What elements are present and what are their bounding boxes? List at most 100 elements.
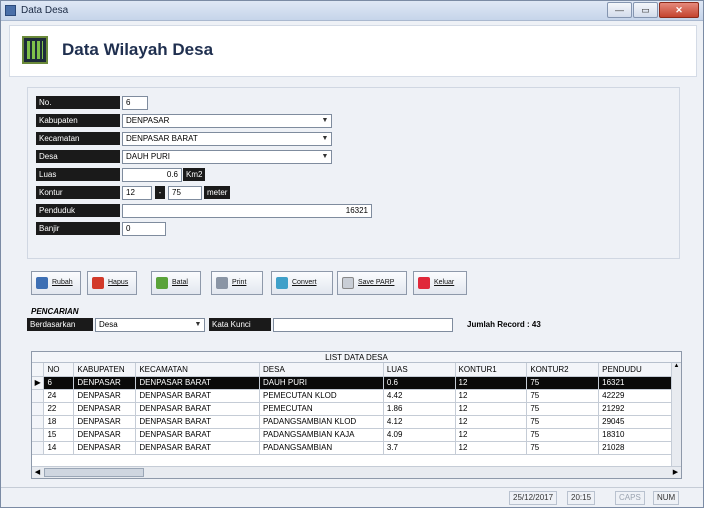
- chevron-down-icon[interactable]: ▼: [193, 320, 203, 330]
- action-toolbar: Rubah Hapus Batal Print Convert Save PAR…: [27, 271, 680, 301]
- cell: 4.12: [383, 415, 456, 429]
- label-kata-kunci: Kata Kunci: [209, 318, 271, 331]
- chevron-down-icon[interactable]: ▼: [320, 116, 330, 126]
- luas-field[interactable]: 0.6: [122, 168, 182, 182]
- kabupaten-value: DENPASAR: [126, 116, 170, 125]
- save-icon: [342, 277, 354, 289]
- cell: 42229: [598, 389, 681, 403]
- col-header-penduduk[interactable]: PENDUDU: [598, 363, 681, 377]
- row-pointer-icon: ▶: [32, 376, 45, 390]
- keluar-button[interactable]: Keluar: [413, 271, 467, 295]
- cell: DENPASAR BARAT: [135, 441, 260, 455]
- no-field[interactable]: 6: [122, 96, 148, 110]
- status-bar: 25/12/2017 20:15 CAPS NUM: [1, 487, 703, 507]
- minimize-button[interactable]: —: [607, 2, 632, 18]
- cell: DENPASAR: [73, 441, 137, 455]
- label-desa: Desa: [36, 150, 120, 163]
- cell: 75: [526, 415, 600, 429]
- vertical-scrollbar[interactable]: ▲: [671, 363, 681, 466]
- rubah-label: Rubah: [52, 279, 73, 286]
- label-kontur: Kontur: [36, 186, 120, 199]
- scroll-thumb[interactable]: [44, 468, 144, 477]
- cell: 15: [43, 428, 75, 442]
- batal-button[interactable]: Batal: [151, 271, 201, 295]
- desa-value: DAUH PURI: [126, 152, 171, 161]
- grid-caption: LIST DATA DESA: [32, 352, 681, 363]
- col-header-kontur1[interactable]: KONTUR1: [455, 363, 528, 377]
- close-button[interactable]: ✕: [659, 2, 699, 18]
- cell: 4.42: [383, 389, 456, 403]
- table-row[interactable]: 22 DENPASAR DENPASAR BARAT PEMECUTAN 1.8…: [32, 402, 681, 416]
- table-row[interactable]: 15 DENPASAR DENPASAR BARAT PADANGSAMBIAN…: [32, 428, 681, 442]
- label-penduduk: Penduduk: [36, 204, 120, 217]
- cell: 18: [43, 415, 75, 429]
- kontur1-field[interactable]: 12: [122, 186, 152, 200]
- app-logo: [22, 36, 48, 64]
- print-button[interactable]: Print: [211, 271, 263, 295]
- desa-select[interactable]: DAUH PURI ▼: [122, 150, 332, 164]
- horizontal-scrollbar[interactable]: ◀ ▶: [32, 466, 681, 478]
- page-title: Data Wilayah Desa: [62, 40, 214, 59]
- cell: DENPASAR BARAT: [135, 376, 260, 390]
- cell: DENPASAR BARAT: [135, 415, 260, 429]
- cell: DENPASAR BARAT: [135, 402, 260, 416]
- chevron-down-icon[interactable]: ▼: [320, 134, 330, 144]
- col-header-kontur2[interactable]: KONTUR2: [526, 363, 600, 377]
- label-luas: Luas: [36, 168, 120, 181]
- kabupaten-select[interactable]: DENPASAR ▼: [122, 114, 332, 128]
- table-row[interactable]: 18 DENPASAR DENPASAR BARAT PADANGSAMBIAN…: [32, 415, 681, 429]
- table-row[interactable]: 14 DENPASAR DENPASAR BARAT PADANGSAMBIAN…: [32, 441, 681, 455]
- cell: 18310: [598, 428, 681, 442]
- cell: DENPASAR: [73, 376, 137, 390]
- col-header-desa[interactable]: DESA: [259, 363, 384, 377]
- cell: 6: [43, 376, 75, 390]
- convert-icon: [276, 277, 288, 289]
- hapus-label: Hapus: [108, 279, 129, 286]
- cell: 12: [455, 428, 528, 442]
- table-row[interactable]: ▶ 6 DENPASAR DENPASAR BARAT DAUH PURI 0.…: [32, 376, 681, 390]
- chevron-down-icon[interactable]: ▼: [320, 152, 330, 162]
- header-panel: Data Wilayah Desa: [9, 25, 697, 77]
- data-grid[interactable]: LIST DATA DESA NO KABUPATEN KECAMATAN DE…: [31, 351, 682, 479]
- scroll-right-icon[interactable]: ▶: [670, 467, 681, 478]
- record-count: Jumlah Record : 43: [467, 320, 541, 329]
- kontur2-field[interactable]: 75: [168, 186, 202, 200]
- title-bar[interactable]: Data Desa — ▭ ✕: [1, 1, 703, 21]
- cell: 12: [455, 389, 528, 403]
- app-icon: [5, 5, 16, 16]
- cell: 16321: [598, 376, 681, 390]
- cell: 29045: [598, 415, 681, 429]
- form-panel: No. 6 Kabupaten DENPASAR ▼ Kecamatan DEN…: [27, 87, 680, 259]
- save-parp-label: Save PARP: [358, 279, 395, 286]
- cancel-icon: [156, 277, 168, 289]
- save-parp-button[interactable]: Save PARP: [337, 271, 407, 295]
- convert-label: Convert: [292, 279, 317, 286]
- cell: DENPASAR BARAT: [135, 428, 260, 442]
- cell: PEMECUTAN: [259, 402, 384, 416]
- maximize-button[interactable]: ▭: [633, 2, 658, 18]
- convert-button[interactable]: Convert: [271, 271, 333, 295]
- kontur-separator: -: [155, 186, 165, 199]
- penduduk-field[interactable]: 16321: [122, 204, 372, 218]
- cell: DENPASAR: [73, 402, 137, 416]
- cell: 0.6: [383, 376, 456, 390]
- cell: 12: [455, 376, 528, 390]
- col-header-kecamatan[interactable]: KECAMATAN: [135, 363, 260, 377]
- col-header-no[interactable]: NO: [43, 363, 75, 377]
- cell: DENPASAR BARAT: [135, 389, 260, 403]
- col-header-luas[interactable]: LUAS: [383, 363, 456, 377]
- keyword-input[interactable]: [273, 318, 453, 332]
- cell: 24: [43, 389, 75, 403]
- scroll-left-icon[interactable]: ◀: [32, 467, 43, 478]
- rubah-button[interactable]: Rubah: [31, 271, 81, 295]
- kecamatan-select[interactable]: DENPASAR BARAT ▼: [122, 132, 332, 146]
- col-header-kabupaten[interactable]: KABUPATEN: [73, 363, 137, 377]
- hapus-button[interactable]: Hapus: [87, 271, 137, 295]
- banjir-field[interactable]: 0: [122, 222, 166, 236]
- table-row[interactable]: 24 DENPASAR DENPASAR BARAT PEMECUTAN KLO…: [32, 389, 681, 403]
- status-time: 20:15: [567, 491, 596, 505]
- cell: PEMECUTAN KLOD: [259, 389, 384, 403]
- cell: 4.09: [383, 428, 456, 442]
- search-by-select[interactable]: Desa ▼: [95, 318, 205, 332]
- cell: 3.7: [383, 441, 456, 455]
